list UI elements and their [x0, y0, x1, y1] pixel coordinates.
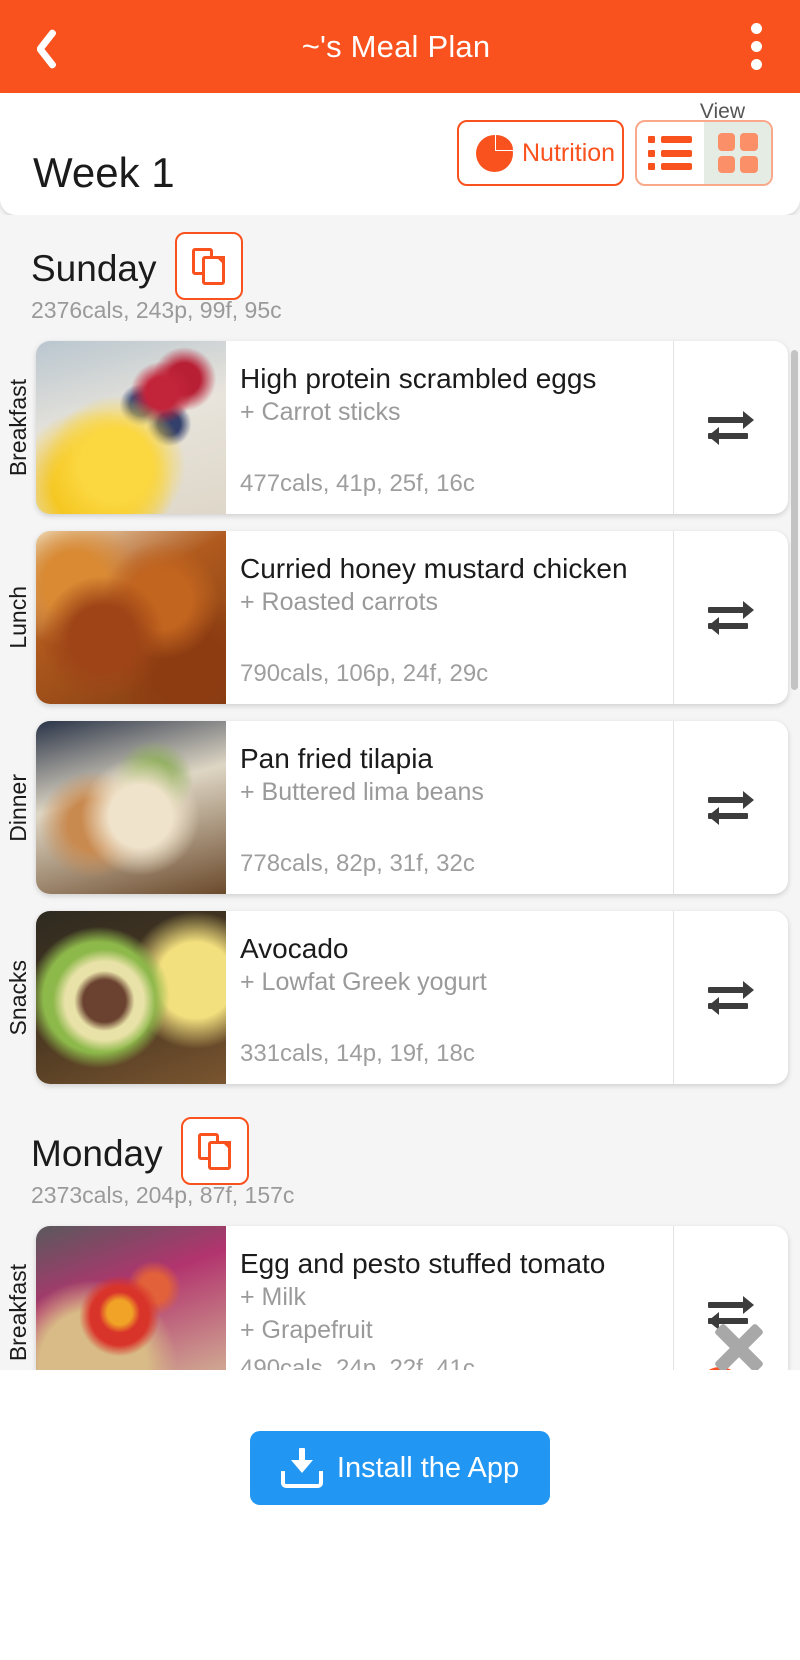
meal-type-label: Snacks — [4, 959, 31, 1036]
meal-card[interactable]: Curried honey mustard chicken + Roasted … — [36, 531, 788, 704]
meal-row: Snacks Avocado + Lowfat Greek yogurt 331… — [0, 911, 800, 1084]
meal-type-label: Lunch — [4, 586, 31, 649]
pie-chart-icon — [476, 134, 513, 172]
meal-details: Curried honey mustard chicken + Roasted … — [226, 531, 673, 704]
meal-macros: 778cals, 82p, 31f, 32c — [240, 850, 475, 877]
meal-row: Dinner Pan fried tilapia + Buttered lima… — [0, 721, 800, 894]
meal-type-label: Dinner — [4, 773, 31, 842]
nutrition-button[interactable]: Nutrition — [457, 120, 624, 186]
day-macros: 2373cals, 204p, 87f, 157c — [31, 1182, 295, 1208]
install-app-label: Install the App — [336, 1451, 520, 1484]
copy-icon — [192, 247, 225, 285]
install-app-banner: Install the App — [0, 1370, 800, 1660]
meal-title: Curried honey mustard chicken — [240, 553, 628, 584]
swap-icon — [708, 980, 754, 1016]
view-toggle-group — [635, 120, 773, 186]
meal-details: Pan fried tilapia + Buttered lima beans … — [226, 721, 673, 894]
meal-details: Avocado + Lowfat Greek yogurt 331cals, 1… — [226, 911, 673, 1084]
day-header-monday: Monday 2373cals, 204p, 87f, 157c — [0, 1084, 800, 1209]
vertical-scrollbar[interactable] — [791, 350, 798, 690]
grid-view-button[interactable] — [704, 122, 771, 184]
meal-side: + Roasted carrots — [240, 588, 439, 617]
day-macros: 2376cals, 243p, 99f, 95c — [31, 297, 282, 323]
meal-details: High protein scrambled eggs + Carrot sti… — [226, 341, 673, 514]
kebab-menu-icon — [750, 41, 762, 52]
back-button[interactable] — [0, 0, 80, 93]
meal-type-label: Breakfast — [4, 378, 31, 477]
day-name: Sunday — [31, 248, 157, 289]
copy-day-button[interactable] — [180, 1117, 249, 1185]
meal-plan-scroll-area[interactable]: Sunday 2376cals, 243p, 99f, 95c Breakfas… — [0, 215, 800, 1370]
swap-meal-button[interactable] — [673, 721, 788, 894]
meal-photo — [36, 1226, 226, 1370]
meal-title: Egg and pesto stuffed tomato — [240, 1248, 606, 1279]
swap-meal-button[interactable] — [673, 531, 788, 704]
close-icon[interactable] — [710, 1319, 768, 1370]
week-header-bar: Week 1 View Nutrition — [0, 93, 800, 215]
download-icon — [280, 1448, 323, 1488]
install-app-button[interactable]: Install the App — [250, 1431, 550, 1505]
back-chevron-icon — [27, 25, 53, 69]
swap-icon — [708, 600, 754, 636]
meal-photo — [36, 531, 226, 704]
meal-title: Avocado — [240, 933, 349, 964]
meal-photo — [36, 721, 226, 894]
kebab-menu-icon — [750, 59, 762, 70]
copy-icon — [198, 1132, 232, 1170]
week-title: Week 1 — [33, 149, 175, 196]
grid-view-icon — [717, 133, 758, 173]
page-title: ~'s Meal Plan — [301, 28, 491, 64]
meal-card[interactable]: Avocado + Lowfat Greek yogurt 331cals, 1… — [36, 911, 788, 1084]
meal-row: Lunch Curried honey mustard chicken + Ro… — [0, 531, 800, 704]
meal-side: + Grapefruit — [240, 1315, 373, 1344]
nutrition-label: Nutrition — [522, 138, 616, 167]
swap-meal-button[interactable] — [673, 341, 788, 514]
meal-photo — [36, 341, 226, 514]
meal-side: + Carrot sticks — [240, 398, 401, 427]
meal-title: Pan fried tilapia — [240, 743, 434, 774]
meal-side: + Milk — [240, 1283, 306, 1312]
meal-macros: 790cals, 106p, 24f, 29c — [240, 660, 489, 687]
meal-card[interactable]: Egg and pesto stuffed tomato + Milk + Gr… — [36, 1226, 788, 1370]
list-view-button[interactable] — [637, 122, 704, 184]
meal-macros: 490cals, 24p, 22f, 41c — [240, 1355, 475, 1370]
list-view-icon — [647, 136, 694, 170]
meal-side: + Lowfat Greek yogurt — [240, 968, 487, 997]
meal-macros: 477cals, 41p, 25f, 16c — [240, 470, 475, 497]
meal-title: High protein scrambled eggs — [240, 363, 597, 394]
day-header-sunday: Sunday 2376cals, 243p, 99f, 95c — [0, 215, 800, 324]
meal-card[interactable]: Pan fried tilapia + Buttered lima beans … — [36, 721, 788, 894]
swap-icon — [708, 410, 754, 446]
top-app-bar: ~'s Meal Plan — [0, 0, 800, 93]
overflow-menu-button[interactable] — [712, 0, 800, 93]
meal-photo — [36, 911, 226, 1084]
meal-macros: 331cals, 14p, 19f, 18c — [240, 1040, 475, 1067]
copy-day-button[interactable] — [174, 232, 243, 300]
meal-details: Egg and pesto stuffed tomato + Milk + Gr… — [226, 1226, 673, 1370]
day-name: Monday — [31, 1133, 163, 1174]
meal-card[interactable]: High protein scrambled eggs + Carrot sti… — [36, 341, 788, 514]
meal-plan-screen: ~'s Meal Plan Week 1 View Nutrition Sund… — [0, 0, 800, 1660]
meal-row: Breakfast High protein scrambled eggs + … — [0, 341, 800, 514]
meal-row: Breakfast Egg and pesto stuffed tomato +… — [0, 1226, 800, 1370]
meal-type-label: Breakfast — [4, 1263, 31, 1362]
swap-icon — [708, 790, 754, 826]
swap-meal-button[interactable] — [673, 911, 788, 1084]
kebab-menu-icon — [750, 23, 762, 34]
meal-side: + Buttered lima beans — [240, 778, 484, 807]
